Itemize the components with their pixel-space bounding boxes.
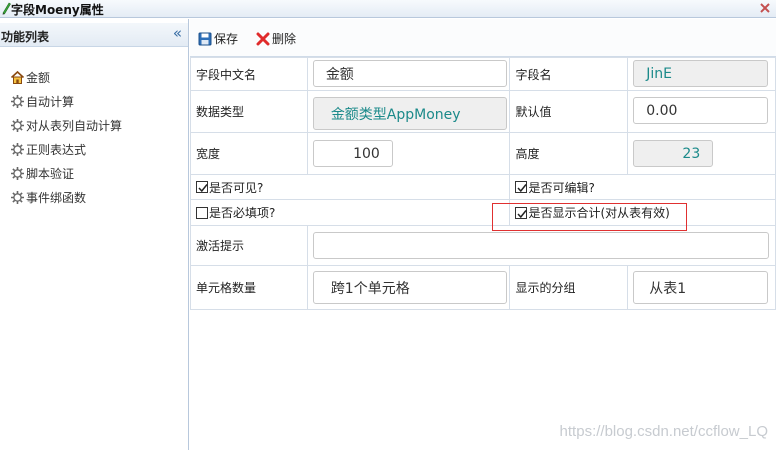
toolbar: 保存 删除 (190, 19, 776, 57)
delete-label: 删除 (272, 32, 297, 46)
gear-icon (11, 190, 24, 204)
save-label: 保存 (214, 32, 239, 46)
field-property-form: 字段中文名 金额 字段名 JinE 数据类型 金额类型AppMoney 默认值 … (189, 57, 776, 310)
collapse-icon[interactable]: « (173, 25, 182, 41)
activate-hint-input[interactable] (312, 232, 769, 259)
gear-icon (11, 94, 24, 108)
name-cn-label: 字段中文名 (190, 57, 308, 91)
height-label: 高度 (509, 132, 629, 175)
display-group-label: 显示的分组 (509, 265, 629, 310)
field-name-label: 字段名 (509, 57, 629, 91)
gear-icon (11, 166, 24, 180)
width-label: 宽度 (190, 132, 308, 175)
pencil-icon (2, 2, 11, 15)
save-icon (198, 32, 212, 45)
close-icon[interactable] (758, 1, 772, 15)
checkmark-icon (198, 184, 208, 193)
visible-checkbox-box[interactable] (196, 181, 208, 193)
editable-checkbox[interactable]: 是否可编辑? (510, 179, 775, 196)
menu-item-label: 金额 (26, 70, 51, 85)
function-list-title: 功能列表 (1, 30, 50, 44)
menu-item-amount[interactable]: 金额 (10, 65, 122, 89)
save-button[interactable]: 保存 (198, 30, 238, 47)
menu-item-label: 正则表达式 (26, 142, 87, 157)
required-checkbox[interactable]: 是否必填项? (191, 204, 509, 221)
visible-checkbox[interactable]: 是否可见? (191, 179, 509, 196)
data-type-label: 数据类型 (190, 90, 308, 133)
function-list-header: 功能列表 « (0, 23, 188, 47)
menu-item-event-binding[interactable]: 事件绑函数 (10, 185, 122, 209)
menu-item-regex[interactable]: 正则表达式 (10, 137, 122, 161)
activate-hint-label: 激活提示 (190, 225, 308, 266)
menu-item-label: 自动计算 (26, 94, 75, 109)
field-name-input[interactable]: JinE (633, 60, 769, 87)
width-input[interactable]: 100 (312, 140, 393, 167)
menu-item-label: 事件绑函数 (26, 190, 87, 205)
menu-item-label: 对从表列自动计算 (26, 118, 123, 133)
watermark: https://blog.csdn.net/ccflow_LQ (559, 423, 768, 440)
highlight-box (492, 203, 687, 231)
editable-checkbox-label: 是否可编辑? (528, 180, 595, 195)
visible-checkbox-label: 是否可见? (209, 180, 264, 195)
delete-button[interactable]: 删除 (256, 30, 296, 47)
checkmark-icon (517, 184, 528, 193)
cell-count-label: 单元格数量 (190, 265, 308, 310)
gear-icon (11, 142, 24, 156)
delete-icon (256, 32, 270, 45)
gear-icon (11, 118, 24, 132)
name-cn-input[interactable]: 金额 (312, 60, 507, 87)
window-title: 字段Moeny属性 (11, 3, 104, 17)
function-list-panel: 功能列表 « 金额 自动计算 对从表列自动计算 正则表达式 脚本验证 事件绑函数 (0, 19, 189, 450)
menu-item-detail-auto-calc[interactable]: 对从表列自动计算 (10, 113, 122, 137)
title-bar: 字段Moeny属性 (0, 0, 776, 18)
display-group-select[interactable]: 从表1 (633, 271, 769, 304)
default-value-input[interactable]: 0.00 (633, 97, 769, 124)
editable-checkbox-box[interactable] (515, 181, 528, 193)
height-input[interactable]: 23 (633, 140, 714, 167)
function-menu: 金额 自动计算 对从表列自动计算 正则表达式 脚本验证 事件绑函数 (10, 65, 122, 209)
data-type-input[interactable]: 金额类型AppMoney (312, 97, 507, 130)
default-value-label: 默认值 (509, 90, 629, 133)
required-checkbox-box[interactable] (196, 206, 208, 219)
cell-count-select[interactable]: 跨1个单元格 (312, 271, 507, 304)
menu-item-label: 脚本验证 (26, 166, 75, 181)
menu-item-auto-calc[interactable]: 自动计算 (10, 89, 122, 113)
home-icon (10, 70, 25, 84)
menu-item-script-validation[interactable]: 脚本验证 (10, 161, 122, 185)
required-checkbox-label: 是否必填项? (209, 206, 276, 220)
